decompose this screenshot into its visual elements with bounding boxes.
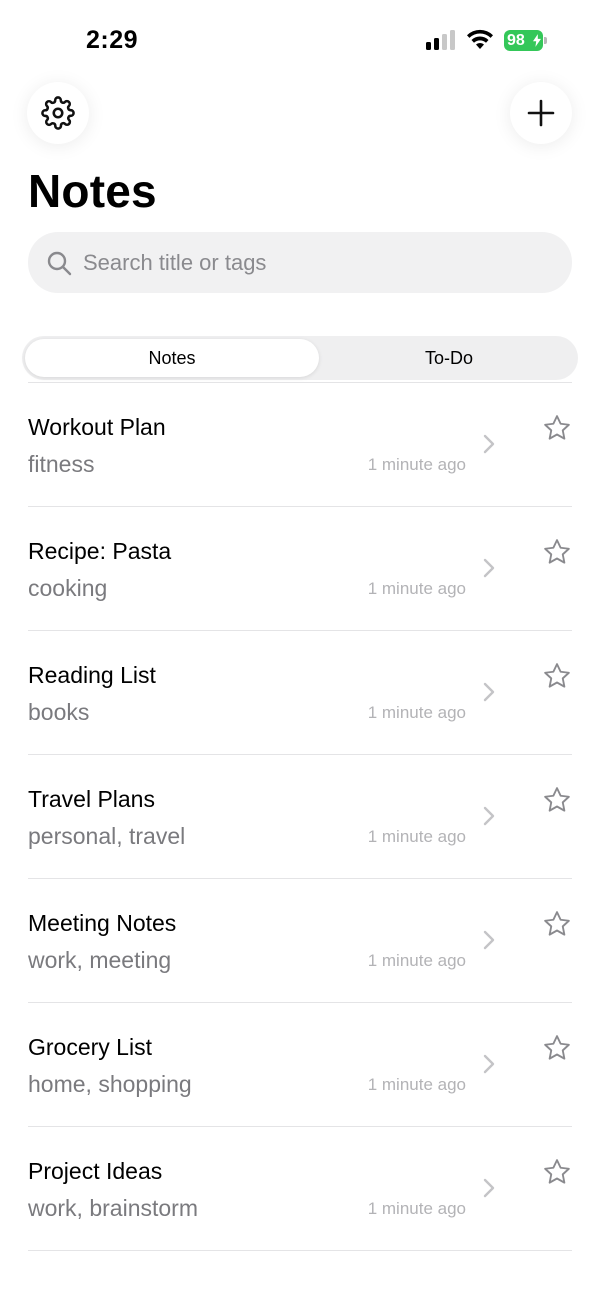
note-tags: personal, travel bbox=[28, 823, 186, 849]
note-timestamp: 1 minute ago bbox=[367, 827, 466, 846]
star-icon[interactable] bbox=[542, 909, 572, 939]
note-title: Project Ideas bbox=[28, 1158, 163, 1184]
list-item[interactable]: Project Ideas work, brainstorm 1 minute … bbox=[0, 1127, 600, 1251]
note-timestamp: 1 minute ago bbox=[367, 951, 466, 970]
battery-cap bbox=[544, 37, 547, 44]
note-tags: work, meeting bbox=[28, 947, 172, 973]
note-timestamp: 1 minute ago bbox=[367, 455, 466, 474]
star-icon[interactable] bbox=[542, 661, 572, 691]
note-tags: books bbox=[28, 699, 90, 725]
note-tags: cooking bbox=[28, 575, 108, 601]
list-item[interactable]: Grocery List home, shopping 1 minute ago bbox=[0, 1003, 600, 1127]
note-timestamp: 1 minute ago bbox=[367, 1199, 466, 1218]
note-timestamp: 1 minute ago bbox=[367, 579, 466, 598]
list-item[interactable]: Travel Plans personal, travel 1 minute a… bbox=[0, 755, 600, 879]
note-title: Reading List bbox=[28, 662, 156, 688]
star-icon[interactable] bbox=[542, 785, 572, 815]
status-bar: 2:29 98 bbox=[0, 0, 600, 80]
search-input[interactable] bbox=[83, 232, 553, 293]
note-title: Meeting Notes bbox=[28, 910, 177, 936]
settings-button[interactable] bbox=[27, 82, 89, 144]
wifi-icon bbox=[467, 29, 493, 49]
chevron-right-icon bbox=[483, 1054, 495, 1074]
tab-to-do[interactable]: To-Do bbox=[322, 339, 576, 377]
segmented-control: Notes To-Do bbox=[22, 336, 578, 380]
battery-indicator: 98 bbox=[504, 30, 548, 51]
page-title: Notes bbox=[28, 165, 157, 217]
note-title: Recipe: Pasta bbox=[28, 538, 172, 564]
chevron-right-icon bbox=[483, 558, 495, 578]
chevron-right-icon bbox=[483, 682, 495, 702]
search-icon bbox=[47, 251, 72, 276]
note-title: Grocery List bbox=[28, 1034, 152, 1060]
list-item[interactable]: Recipe: Pasta cooking 1 minute ago bbox=[0, 507, 600, 631]
charging-bolt-icon bbox=[533, 34, 541, 47]
divider bbox=[28, 1250, 572, 1251]
star-icon[interactable] bbox=[542, 413, 572, 443]
search-bar[interactable] bbox=[28, 232, 572, 293]
chevron-right-icon bbox=[483, 806, 495, 826]
star-icon[interactable] bbox=[542, 1157, 572, 1187]
chevron-right-icon bbox=[483, 930, 495, 950]
note-timestamp: 1 minute ago bbox=[367, 703, 466, 722]
note-tags: home, shopping bbox=[28, 1071, 192, 1097]
status-time: 2:29 bbox=[86, 26, 139, 54]
list-item[interactable]: Reading List books 1 minute ago bbox=[0, 631, 600, 755]
chevron-right-icon bbox=[483, 434, 495, 454]
cellular-signal-icon bbox=[426, 30, 458, 50]
star-icon[interactable] bbox=[542, 1033, 572, 1063]
list-item[interactable]: Workout Plan fitness 1 minute ago bbox=[0, 383, 600, 507]
note-timestamp: 1 minute ago bbox=[367, 1075, 466, 1094]
star-icon[interactable] bbox=[542, 537, 572, 567]
note-title: Workout Plan bbox=[28, 414, 166, 440]
add-note-button[interactable] bbox=[510, 82, 572, 144]
tab-notes[interactable]: Notes bbox=[25, 339, 319, 377]
list-item[interactable]: Meeting Notes work, meeting 1 minute ago bbox=[0, 879, 600, 1003]
note-tags: work, brainstorm bbox=[28, 1195, 198, 1221]
note-list: Workout Plan fitness 1 minute ago Recipe… bbox=[0, 383, 600, 1251]
gear-icon bbox=[41, 96, 75, 130]
plus-icon bbox=[527, 99, 555, 127]
chevron-right-icon bbox=[483, 1178, 495, 1198]
note-title: Travel Plans bbox=[28, 786, 155, 812]
note-tags: fitness bbox=[28, 451, 95, 477]
